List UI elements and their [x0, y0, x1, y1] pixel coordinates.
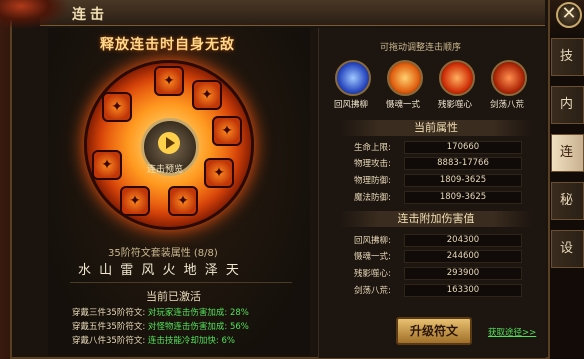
skill-label: 慑魂一式: [386, 100, 421, 110]
attribute-row: 魔法防御: 1809-3625: [340, 191, 530, 204]
attribute-value: 1809-3625: [404, 191, 522, 204]
damage-label: 回风拂柳:: [354, 236, 391, 246]
flame-arc-icon[interactable]: [491, 60, 527, 96]
skill-label: 残影噬心: [438, 100, 473, 110]
close-icon: ✕: [561, 3, 577, 24]
damage-row: 剑荡八荒: 163300: [340, 284, 530, 297]
bonus-prefix: 穿戴五件35阶符文:: [72, 322, 146, 332]
attribute-label: 生命上限:: [354, 143, 391, 153]
bonus-effect: 对玩家连击伤害加成: 28%: [147, 308, 249, 318]
damage-value: 204300: [404, 234, 522, 247]
attribute-value: 170660: [404, 141, 522, 154]
rune-slot-7[interactable]: ✦: [92, 150, 122, 180]
bonus-prefix: 穿戴八件35阶符文:: [72, 336, 146, 346]
rune-slot-2[interactable]: ✦: [192, 80, 222, 110]
bonus-row: 穿戴三件35阶符文: 对玩家连击伤害加成: 28%: [72, 306, 249, 318]
damage-label: 慑魂一式:: [354, 252, 391, 262]
attribute-row: 生命上限: 170660: [340, 141, 530, 154]
tab-combo[interactable]: 连击: [551, 134, 584, 172]
attribute-label: 物理防御:: [354, 176, 391, 186]
attribute-value: 1809-3625: [404, 174, 522, 187]
rune-slot-3[interactable]: ✦: [212, 116, 242, 146]
rune-slot-4[interactable]: ✦: [204, 158, 234, 188]
tab-inner-power[interactable]: 内功: [551, 86, 584, 124]
bonus-row: 穿戴八件35阶符文: 连击技能冷却加快: 6%: [72, 334, 235, 346]
attribute-row: 物理防御: 1809-3625: [340, 174, 530, 187]
bonus-prefix: 穿戴三件35阶符文:: [72, 308, 146, 318]
window-title: 连击: [72, 7, 108, 23]
rune-slot-1[interactable]: ✦: [154, 66, 184, 96]
attribute-row: 物理攻击: 8883-17766: [340, 157, 530, 170]
damage-value: 293900: [404, 267, 522, 280]
damage-label: 残影噬心:: [354, 269, 391, 279]
damage-value: 163300: [404, 284, 522, 297]
damage-row: 慑魂一式: 244600: [340, 250, 530, 263]
upgrade-rune-button[interactable]: 升级符文: [396, 317, 472, 345]
attribute-value: 8883-17766: [404, 157, 522, 170]
damage-row: 残影噬心: 293900: [340, 267, 530, 280]
active-title: 当前已激活: [146, 290, 201, 303]
bonus-effect: 对怪物连击伤害加成: 56%: [147, 322, 249, 332]
close-button[interactable]: ✕: [556, 2, 582, 28]
play-triangle: [166, 137, 175, 149]
skill-label: 回风拂柳: [334, 100, 369, 110]
combo-damage-header: 连击附加伤害值: [340, 211, 532, 227]
rune-slot-6[interactable]: ✦: [120, 186, 150, 216]
orange-slash-icon[interactable]: [387, 60, 423, 96]
attribute-label: 物理攻击:: [354, 159, 391, 169]
obtain-route-link[interactable]: 获取途径>>: [488, 326, 536, 338]
bonus-row: 穿戴五件35阶符文: 对怪物连击伤害加成: 56%: [72, 320, 249, 332]
rune-slot-5[interactable]: ✦: [168, 186, 198, 216]
drag-hint: 可拖动调整连击顺序: [380, 43, 462, 53]
damage-label: 剑荡八荒:: [354, 286, 391, 296]
damage-value: 244600: [404, 250, 522, 263]
dragon-ornament: [0, 0, 70, 30]
combo-preview-label: 连击预览: [147, 165, 184, 175]
skill-label: 剑荡八荒: [490, 100, 525, 110]
attribute-label: 魔法防御:: [354, 193, 391, 203]
title-bar: [40, 0, 545, 26]
tab-secret-book[interactable]: 秘籍: [551, 182, 584, 220]
damage-row: 回风拂柳: 204300: [340, 234, 530, 247]
divider: [70, 282, 292, 283]
tab-skills[interactable]: 技能: [551, 38, 584, 76]
tab-settings[interactable]: 设置: [551, 230, 584, 268]
set-elements: 水 山 雷 风 火 地 泽 天: [78, 263, 241, 278]
attributes-header: 当前属性: [340, 120, 532, 136]
headline: 释放连击时自身无敌: [100, 37, 235, 53]
fire-orb-icon[interactable]: [439, 60, 475, 96]
rune-slot-8[interactable]: ✦: [102, 92, 132, 122]
bonus-effect: 连击技能冷却加快: 6%: [147, 336, 235, 346]
set-bonus-title: 35阶符文套装属性 (8/8): [108, 248, 218, 259]
blue-whirl-icon[interactable]: [335, 60, 371, 96]
